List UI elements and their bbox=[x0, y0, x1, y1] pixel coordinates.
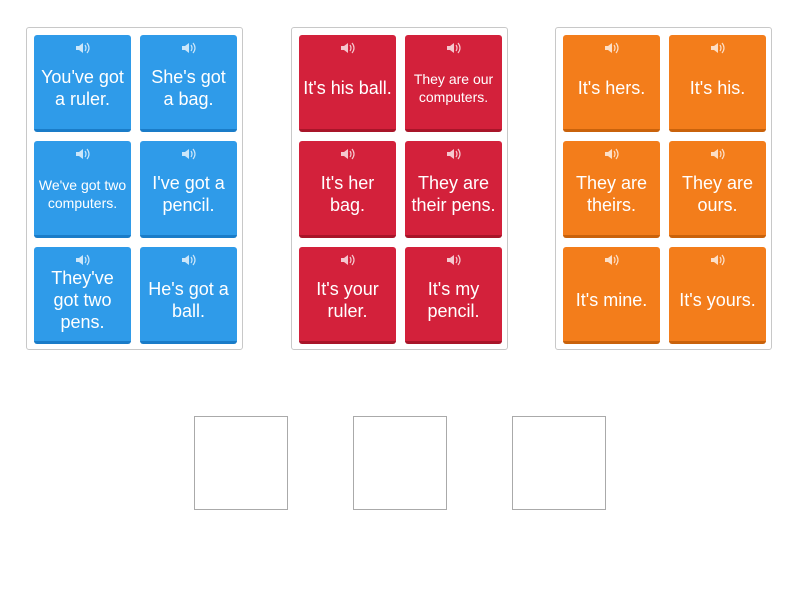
speaker-icon[interactable] bbox=[75, 147, 91, 161]
card-text: It's mine. bbox=[575, 290, 648, 310]
speaker-icon[interactable] bbox=[340, 253, 356, 267]
speaker-icon[interactable] bbox=[181, 147, 197, 161]
card-red-3[interactable]: It's her bag. bbox=[299, 141, 396, 238]
speaker-icon[interactable] bbox=[604, 253, 620, 267]
card-text: They are their pens. bbox=[411, 173, 496, 215]
card-orange-6[interactable]: It's yours. bbox=[669, 247, 766, 344]
game-stage: You've got a ruler. She's got a bag. We'… bbox=[0, 0, 800, 600]
card-stack-orange: It's hers. It's his. They are theirs. Th… bbox=[555, 27, 772, 350]
speaker-icon[interactable] bbox=[340, 147, 356, 161]
card-red-4[interactable]: They are their pens. bbox=[405, 141, 502, 238]
card-blue-6[interactable]: He's got a ball. bbox=[140, 247, 237, 344]
speaker-icon[interactable] bbox=[710, 41, 726, 55]
card-blue-4[interactable]: I've got a pencil. bbox=[140, 141, 237, 238]
card-blue-2[interactable]: She's got a bag. bbox=[140, 35, 237, 132]
card-text: It's yours. bbox=[679, 290, 756, 310]
speaker-icon[interactable] bbox=[604, 147, 620, 161]
card-text: We've got two computers. bbox=[38, 177, 127, 211]
card-text: They are theirs. bbox=[575, 173, 648, 215]
card-text: It's my pencil. bbox=[427, 279, 480, 321]
card-orange-3[interactable]: They are theirs. bbox=[563, 141, 660, 238]
card-text: They've got two pens. bbox=[51, 268, 114, 332]
drop-slot-2[interactable] bbox=[353, 416, 447, 510]
speaker-icon[interactable] bbox=[75, 41, 91, 55]
drop-slot-1[interactable] bbox=[194, 416, 288, 510]
card-orange-5[interactable]: It's mine. bbox=[563, 247, 660, 344]
speaker-icon[interactable] bbox=[340, 41, 356, 55]
card-text: They are ours. bbox=[681, 173, 754, 215]
speaker-icon[interactable] bbox=[446, 253, 462, 267]
card-red-2[interactable]: They are our computers. bbox=[405, 35, 502, 132]
card-text: It's hers. bbox=[577, 78, 646, 98]
card-text: You've got a ruler. bbox=[41, 67, 124, 109]
speaker-icon[interactable] bbox=[446, 147, 462, 161]
card-text: It's your ruler. bbox=[316, 279, 379, 321]
speaker-icon[interactable] bbox=[181, 253, 197, 267]
speaker-icon[interactable] bbox=[181, 41, 197, 55]
card-red-5[interactable]: It's your ruler. bbox=[299, 247, 396, 344]
card-text: He's got a ball. bbox=[148, 279, 229, 321]
speaker-icon[interactable] bbox=[604, 41, 620, 55]
card-blue-5[interactable]: They've got two pens. bbox=[34, 247, 131, 344]
card-text: It's her bag. bbox=[320, 173, 375, 215]
card-red-6[interactable]: It's my pencil. bbox=[405, 247, 502, 344]
card-text: They are our computers. bbox=[413, 71, 494, 105]
speaker-icon[interactable] bbox=[75, 253, 91, 267]
speaker-icon[interactable] bbox=[446, 41, 462, 55]
drop-slot-3[interactable] bbox=[512, 416, 606, 510]
card-orange-4[interactable]: They are ours. bbox=[669, 141, 766, 238]
card-orange-1[interactable]: It's hers. bbox=[563, 35, 660, 132]
card-blue-1[interactable]: You've got a ruler. bbox=[34, 35, 131, 132]
card-orange-2[interactable]: It's his. bbox=[669, 35, 766, 132]
card-text: It's his. bbox=[689, 78, 746, 98]
card-stack-red: It's his ball. They are our computers. I… bbox=[291, 27, 508, 350]
card-red-1[interactable]: It's his ball. bbox=[299, 35, 396, 132]
card-blue-3[interactable]: We've got two computers. bbox=[34, 141, 131, 238]
speaker-icon[interactable] bbox=[710, 253, 726, 267]
card-text: She's got a bag. bbox=[151, 67, 226, 109]
speaker-icon[interactable] bbox=[710, 147, 726, 161]
card-stack-blue: You've got a ruler. She's got a bag. We'… bbox=[26, 27, 243, 350]
card-text: It's his ball. bbox=[303, 78, 392, 98]
card-text: I've got a pencil. bbox=[152, 173, 225, 215]
